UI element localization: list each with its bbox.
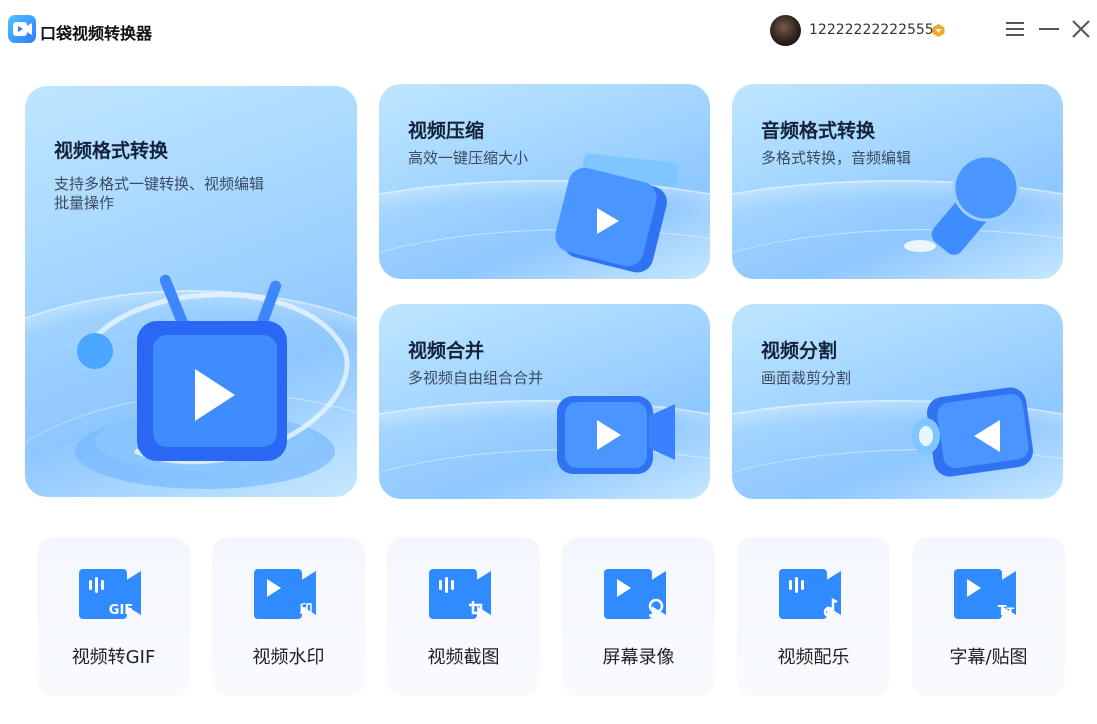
feature-card-compress[interactable]: 视频压缩 高效一键压缩大小 xyxy=(379,84,710,279)
clapperboard-icon xyxy=(555,153,679,273)
card-title: 视频格式转换 xyxy=(54,140,169,162)
card-desc-line2: 批量操作 xyxy=(54,194,115,212)
feature-card-format-convert[interactable]: 视频格式转换 支持多格式一键转换、视频编辑 批量操作 xyxy=(25,86,357,497)
tv-play-icon xyxy=(75,274,350,489)
card-title: 音频格式转换 xyxy=(761,120,876,142)
tool-label: 屏幕录像 xyxy=(602,647,675,668)
video-camera-icon xyxy=(557,396,675,474)
vip-diamond-icon[interactable] xyxy=(931,23,946,38)
video-crop-icon xyxy=(429,569,491,619)
hamburger-icon[interactable] xyxy=(1004,18,1026,40)
video-music-icon xyxy=(779,569,841,619)
tool-label: 视频转GIF xyxy=(71,647,156,668)
tool-label: 字幕/贴图 xyxy=(949,647,1028,668)
subtitle-badge: Tт xyxy=(998,604,1015,619)
minimize-icon[interactable] xyxy=(1038,18,1060,40)
card-desc-line1: 支持多格式一键转换、视频编辑 xyxy=(54,175,265,193)
card-desc: 高效一键压缩大小 xyxy=(408,149,529,167)
user-id[interactable]: 12222222222555 xyxy=(809,22,934,38)
card-desc: 多视频自由组合合并 xyxy=(408,369,544,387)
feature-card-split[interactable]: 视频分割 画面裁剪分割 xyxy=(732,304,1063,499)
tool-label: 视频水印 xyxy=(252,647,325,668)
tool-label: 视频截图 xyxy=(427,647,500,668)
tool-video-watermark[interactable]: 印 视频水印 xyxy=(212,537,365,696)
tool-video-music[interactable]: 视频配乐 xyxy=(737,537,890,696)
microphone-icon xyxy=(904,154,1020,255)
watermark-badge: 印 xyxy=(299,603,312,618)
screen-record-icon xyxy=(604,569,666,619)
tool-label: 视频配乐 xyxy=(777,647,850,668)
video-gif-icon: GIF xyxy=(79,569,141,619)
close-icon[interactable] xyxy=(1070,18,1092,40)
tool-subtitle-sticker[interactable]: Tт 字幕/贴图 xyxy=(912,537,1065,696)
feature-card-merge[interactable]: 视频合并 多视频自由组合合并 xyxy=(379,304,710,499)
card-title: 视频合并 xyxy=(408,340,485,362)
card-desc: 画面裁剪分割 xyxy=(761,369,852,387)
tool-video-to-gif[interactable]: GIF 视频转GIF xyxy=(37,537,190,696)
gif-badge: GIF xyxy=(109,603,133,618)
card-title: 视频压缩 xyxy=(408,120,485,142)
app-title: 口袋视频转换器 xyxy=(40,24,153,43)
tool-video-screenshot[interactable]: 视频截图 xyxy=(387,537,540,696)
avatar[interactable] xyxy=(770,15,801,46)
card-desc: 多格式转换，音频编辑 xyxy=(761,149,912,167)
feature-card-audio-convert[interactable]: 音频格式转换 多格式转换，音频编辑 xyxy=(732,84,1063,279)
subtitle-sticker-icon: Tт xyxy=(954,569,1016,619)
card-title: 视频分割 xyxy=(761,340,838,362)
video-watermark-icon: 印 xyxy=(254,569,316,619)
video-app-logo-icon xyxy=(8,15,36,43)
projector-icon xyxy=(912,387,1034,477)
title-bar: 口袋视频转换器 12222222222555 xyxy=(0,0,1097,62)
tool-screen-record[interactable]: 屏幕录像 xyxy=(562,537,715,696)
